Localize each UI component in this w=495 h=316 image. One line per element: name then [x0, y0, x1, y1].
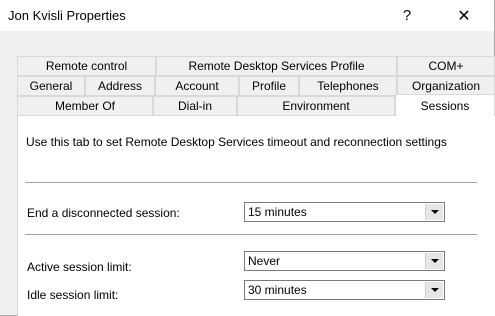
- tab-sessions[interactable]: Sessions: [395, 94, 495, 116]
- tab-organization[interactable]: Organization: [397, 76, 495, 96]
- tab-member-of[interactable]: Member Of: [17, 96, 153, 116]
- tab-profile[interactable]: Profile: [239, 76, 299, 96]
- dialog-title: Jon Kvisli Properties: [8, 8, 126, 23]
- tab-account[interactable]: Account: [155, 76, 239, 96]
- separator: [25, 234, 477, 235]
- idle-session-limit-label: Idle session limit:: [27, 288, 119, 302]
- end-disconnected-session-select[interactable]: 15 minutes: [244, 202, 445, 222]
- sessions-description: Use this tab to set Remote Desktop Servi…: [26, 135, 447, 149]
- idle-session-limit-value: 30 minutes: [248, 283, 307, 297]
- help-button[interactable]: ?: [385, 0, 429, 31]
- chevron-down-icon: [430, 259, 439, 263]
- tab-general[interactable]: General: [17, 76, 85, 96]
- title-bar: Jon Kvisli Properties ? ✕: [0, 0, 494, 31]
- tab-address[interactable]: Address: [85, 76, 155, 96]
- close-button[interactable]: ✕: [442, 0, 486, 31]
- tab-telephones[interactable]: Telephones: [299, 76, 397, 96]
- active-session-limit-select[interactable]: Never: [244, 251, 445, 271]
- tab-remote-control[interactable]: Remote control: [17, 56, 156, 76]
- dropdown-button[interactable]: [425, 204, 443, 220]
- active-session-limit-value: Never: [248, 254, 281, 268]
- close-icon: ✕: [457, 7, 471, 25]
- active-session-limit-label: Active session limit:: [27, 260, 132, 274]
- tab-com-plus[interactable]: COM+: [397, 56, 495, 76]
- tab-environment[interactable]: Environment: [237, 96, 395, 116]
- tab-remote-desktop-services-profile[interactable]: Remote Desktop Services Profile: [156, 56, 397, 76]
- help-icon: ?: [402, 7, 412, 24]
- properties-dialog: Jon Kvisli Properties ? ✕ Remote control…: [0, 0, 495, 316]
- dropdown-button[interactable]: [425, 253, 443, 269]
- chevron-down-icon: [430, 210, 439, 214]
- chevron-down-icon: [430, 288, 439, 292]
- tab-dial-in[interactable]: Dial-in: [153, 96, 237, 116]
- idle-session-limit-select[interactable]: 30 minutes: [244, 280, 445, 300]
- end-disconnected-session-value: 15 minutes: [248, 205, 307, 219]
- separator: [25, 182, 477, 183]
- end-disconnected-session-label: End a disconnected session:: [27, 206, 180, 220]
- sessions-panel: Use this tab to set Remote Desktop Servi…: [17, 115, 495, 316]
- dropdown-button[interactable]: [425, 282, 443, 298]
